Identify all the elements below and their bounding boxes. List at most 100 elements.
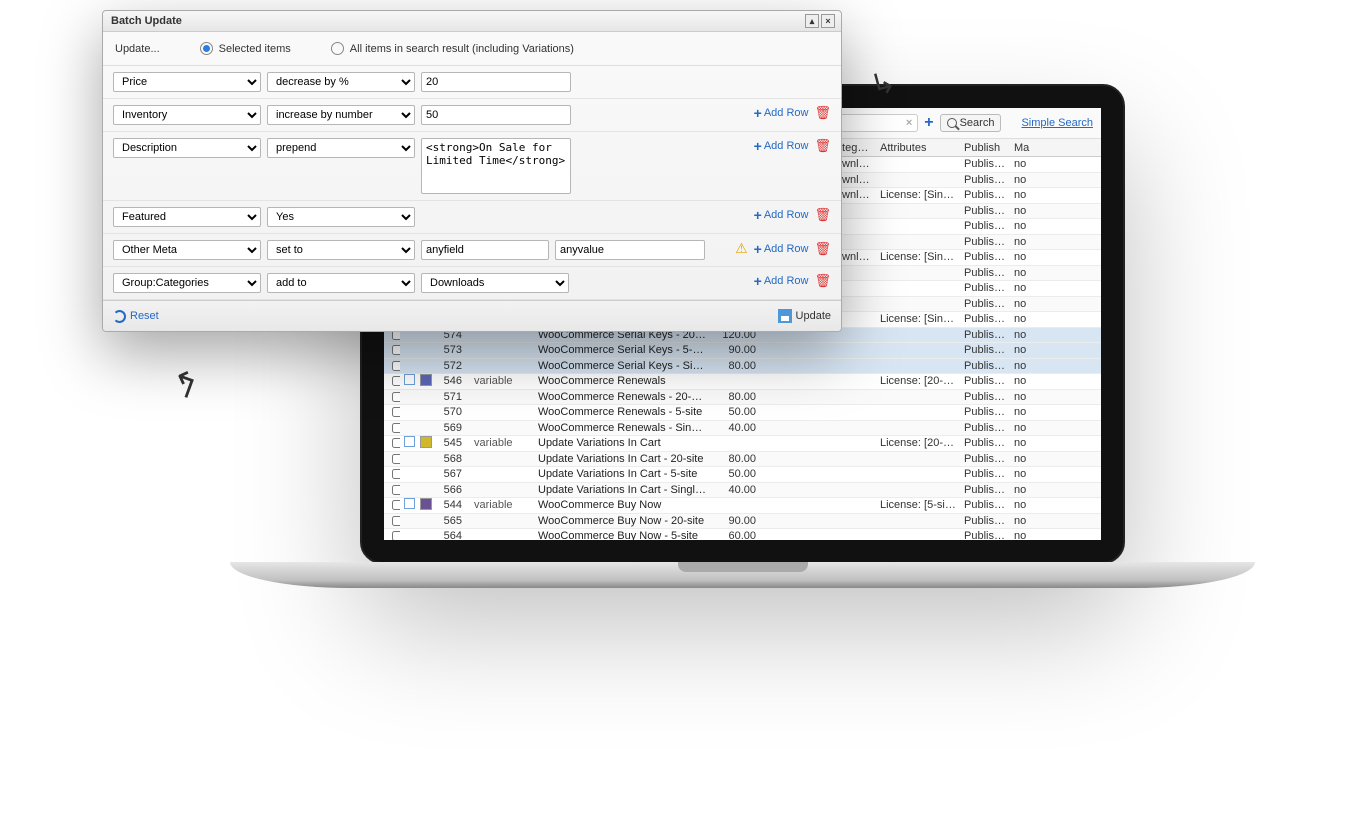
row-checkbox[interactable] <box>392 485 400 495</box>
cell-attr <box>876 365 960 367</box>
cell-pub: Published <box>960 421 1010 435</box>
field-select[interactable]: Inventory <box>113 105 261 125</box>
row-checkbox[interactable] <box>392 531 400 540</box>
add-icon[interactable]: + <box>924 114 933 132</box>
value-select[interactable]: Downloads <box>421 273 569 293</box>
table-row[interactable]: 571WooCommerce Renewals - 20-site80.00Pu… <box>384 390 1101 406</box>
radio-icon <box>200 42 213 55</box>
cell-id: 545 <box>432 436 470 450</box>
meta-key-input[interactable] <box>421 240 549 260</box>
product-thumb <box>420 436 432 448</box>
value-input[interactable] <box>421 105 571 125</box>
row-checkbox[interactable] <box>392 500 400 510</box>
table-row[interactable]: 567Update Variations In Cart - 5-site50.… <box>384 467 1101 483</box>
cell-name: WooCommerce Renewals - 20-site <box>534 390 710 404</box>
col-publish[interactable]: Publish <box>960 141 1010 155</box>
row-checkbox[interactable] <box>392 423 400 433</box>
table-row[interactable]: 568Update Variations In Cart - 20-site80… <box>384 452 1101 468</box>
cell-sku <box>766 504 824 506</box>
cell-name: Update Variations In Cart <box>534 436 710 450</box>
field-select[interactable]: Featured <box>113 207 261 227</box>
edit-icon[interactable] <box>404 436 415 447</box>
cell-name: Update Variations In Cart - Single site <box>534 483 710 497</box>
col-attributes[interactable]: Attributes <box>876 141 960 155</box>
action-select[interactable]: add to <box>267 273 415 293</box>
cell-ma: no <box>1010 483 1034 497</box>
table-row[interactable]: 565WooCommerce Buy Now - 20-site90.00Pub… <box>384 514 1101 530</box>
cell-pub: Published <box>960 359 1010 373</box>
cell-id: 572 <box>432 359 470 373</box>
cell-pub: Published <box>960 436 1010 450</box>
field-select[interactable]: Other Meta <box>113 240 261 260</box>
table-row[interactable]: 545variableUpdate Variations In CartLice… <box>384 436 1101 452</box>
add-row-button[interactable]: +Add Row <box>754 207 809 223</box>
cell-pub: Published <box>960 343 1010 357</box>
delete-row-icon[interactable]: 🗑 <box>814 273 831 289</box>
cell-ma: no <box>1010 421 1034 435</box>
row-checkbox[interactable] <box>392 392 400 402</box>
table-row[interactable]: 544variableWooCommerce Buy NowLicense: [… <box>384 498 1101 514</box>
add-row-button[interactable]: +Add Row <box>754 241 809 257</box>
radio-all-items[interactable]: All items in search result (including Va… <box>331 42 574 55</box>
value-textarea[interactable]: <strong>On Sale for Limited Time</strong… <box>421 138 571 194</box>
action-select[interactable]: set to <box>267 240 415 260</box>
update-button[interactable]: Update <box>778 309 831 323</box>
cell-cat <box>824 365 876 367</box>
add-row-button[interactable]: +Add Row <box>754 273 809 289</box>
cell-type <box>470 334 534 336</box>
action-select[interactable]: decrease by % <box>267 72 415 92</box>
delete-row-icon[interactable]: 🗑 <box>814 207 831 223</box>
row-checkbox[interactable] <box>392 469 400 479</box>
reset-button[interactable]: Reset <box>113 310 159 323</box>
collapse-icon[interactable]: ▴ <box>805 14 819 28</box>
field-select[interactable]: Group:Categories <box>113 273 261 293</box>
value-input[interactable] <box>421 72 571 92</box>
table-row[interactable]: 564WooCommerce Buy Now - 5-site60.00Publ… <box>384 529 1101 540</box>
edit-icon[interactable] <box>404 374 415 385</box>
cell-type: variable <box>470 374 534 388</box>
row-checkbox[interactable] <box>392 454 400 464</box>
row-checkbox[interactable] <box>392 516 400 526</box>
cell-attr: License: [20-site, 5-s <box>876 436 960 450</box>
simple-search-link[interactable]: Simple Search <box>1021 117 1093 129</box>
row-checkbox[interactable] <box>392 376 400 386</box>
add-row-button[interactable]: +Add Row <box>754 138 809 154</box>
cell-id: 570 <box>432 405 470 419</box>
row-checkbox[interactable] <box>392 345 400 355</box>
cell-attr <box>876 163 960 165</box>
rule-row: Description prepend <strong>On Sale for … <box>103 132 841 201</box>
close-icon[interactable]: × <box>821 14 835 28</box>
delete-row-icon[interactable]: 🗑 <box>814 105 831 121</box>
cell-attr <box>876 411 960 413</box>
add-row-button[interactable]: +Add Row <box>754 105 809 121</box>
cell-ma: no <box>1010 250 1034 264</box>
edit-icon[interactable] <box>404 498 415 509</box>
delete-row-icon[interactable]: 🗑 <box>814 138 831 154</box>
rule-row: Featured Yes +Add Row 🗑 <box>103 201 841 234</box>
action-select[interactable]: prepend <box>267 138 415 158</box>
clear-search-icon[interactable]: × <box>906 117 912 129</box>
cell-ma: no <box>1010 312 1034 326</box>
cell-cat <box>824 442 876 444</box>
search-button[interactable]: Search <box>940 114 1002 132</box>
row-checkbox[interactable] <box>392 361 400 371</box>
cell-name: WooCommerce Buy Now <box>534 498 710 512</box>
table-row[interactable]: 569WooCommerce Renewals - Single site40.… <box>384 421 1101 437</box>
row-checkbox[interactable] <box>392 407 400 417</box>
field-select[interactable]: Price <box>113 72 261 92</box>
col-ma[interactable]: Ma <box>1010 141 1034 155</box>
table-row[interactable]: 546variableWooCommerce RenewalsLicense: … <box>384 374 1101 390</box>
delete-row-icon[interactable]: 🗑 <box>814 241 831 257</box>
row-checkbox[interactable] <box>392 438 400 448</box>
radio-selected-items[interactable]: Selected items <box>200 42 291 55</box>
table-row[interactable]: 566Update Variations In Cart - Single si… <box>384 483 1101 499</box>
field-select[interactable]: Description <box>113 138 261 158</box>
action-select[interactable]: Yes <box>267 207 415 227</box>
dialog-titlebar[interactable]: Batch Update ▴ × <box>103 11 841 32</box>
table-row[interactable]: 570WooCommerce Renewals - 5-site50.00Pub… <box>384 405 1101 421</box>
table-row[interactable]: 573WooCommerce Serial Keys - 5-site90.00… <box>384 343 1101 359</box>
table-row[interactable]: 572WooCommerce Serial Keys - Single site… <box>384 359 1101 375</box>
meta-value-input[interactable] <box>555 240 705 260</box>
action-select[interactable]: increase by number <box>267 105 415 125</box>
cell-price <box>710 380 766 382</box>
